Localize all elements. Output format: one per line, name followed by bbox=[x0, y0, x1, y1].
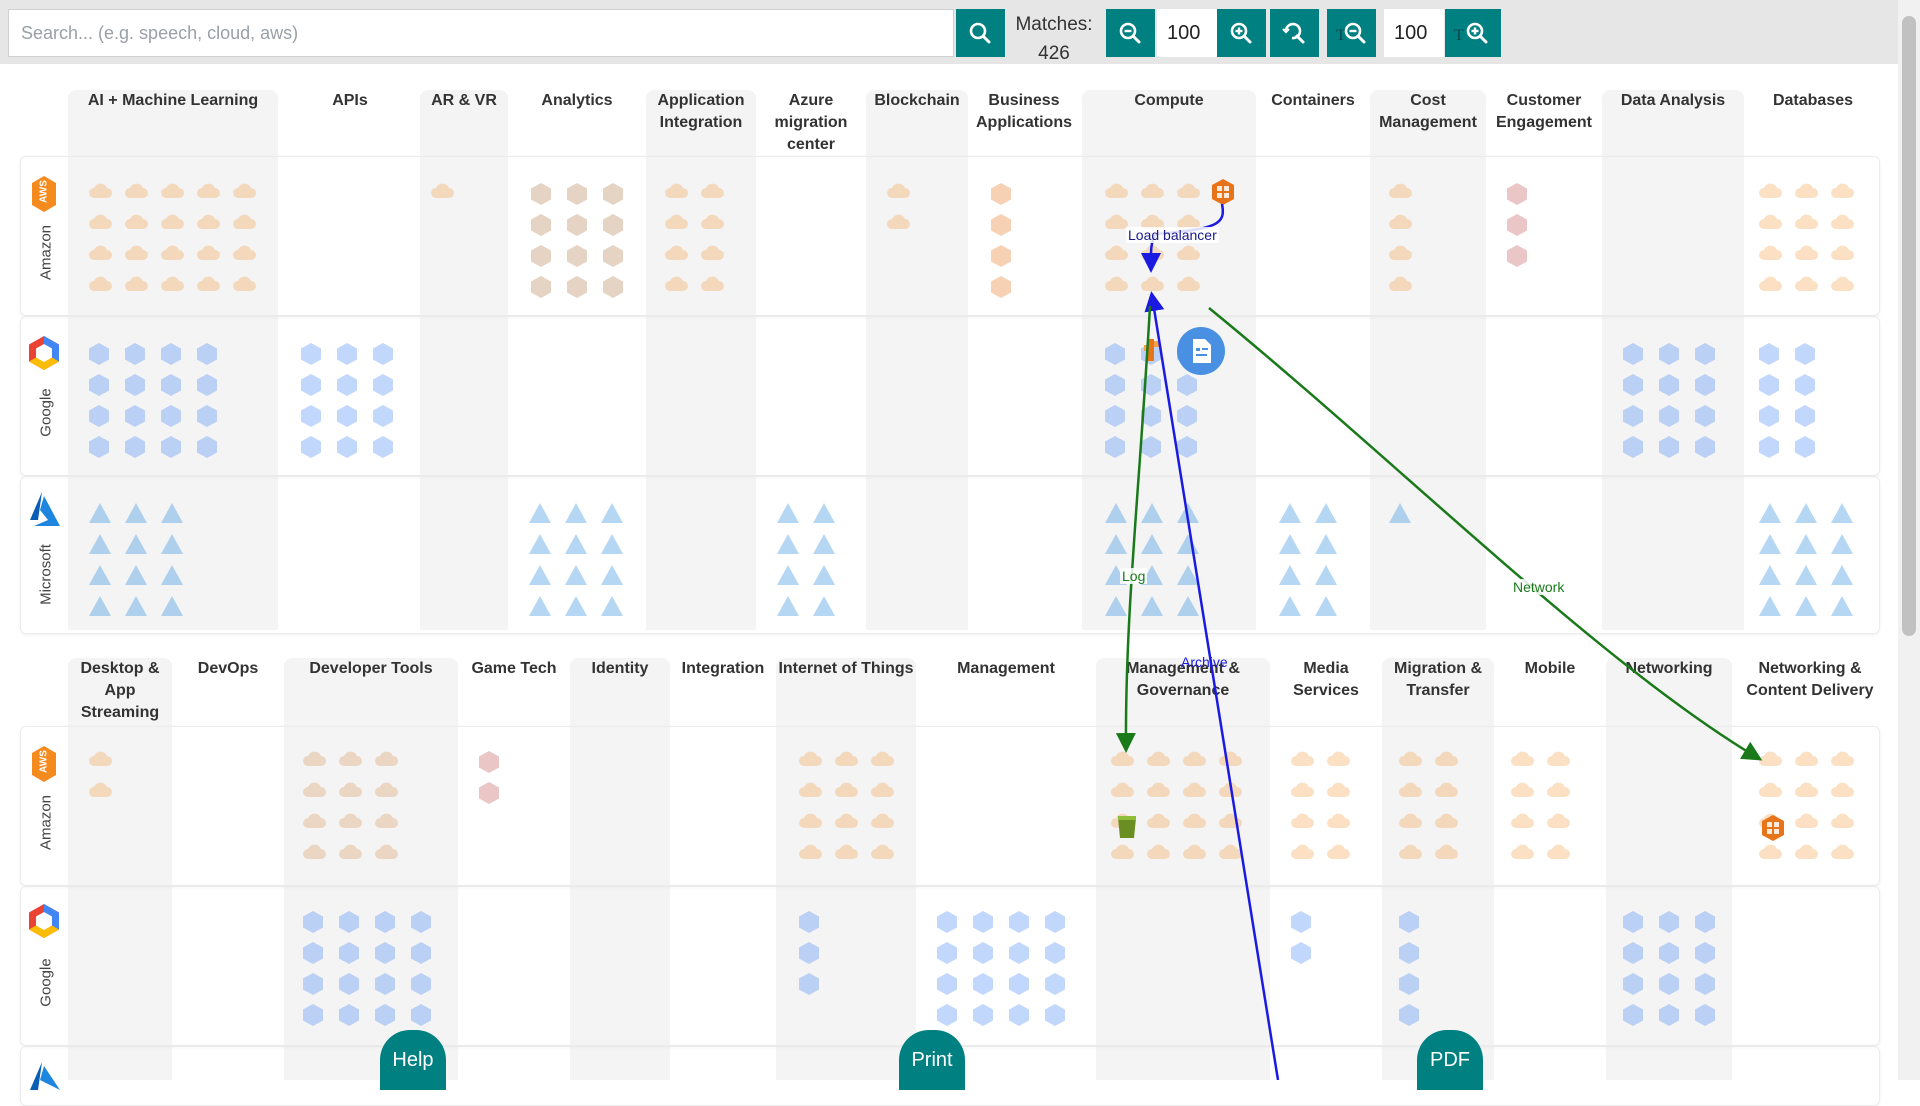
connection-network[interactable] bbox=[1208, 307, 1763, 761]
search-input[interactable] bbox=[8, 9, 954, 57]
zoom-level-input[interactable] bbox=[1157, 9, 1219, 57]
zoom-out-icon bbox=[1119, 22, 1141, 44]
connection-archive[interactable] bbox=[1144, 291, 1280, 1080]
vertical-scrollbar[interactable] bbox=[1898, 0, 1920, 1080]
connection-lines bbox=[1115, 203, 1763, 1080]
matches-label: Matches: bbox=[1015, 14, 1093, 35]
help-button[interactable]: Help bbox=[380, 1030, 446, 1090]
print-button[interactable]: Print bbox=[899, 1030, 965, 1090]
text-zoom-in-button[interactable]: T bbox=[1445, 9, 1501, 57]
zoom-in-icon bbox=[1466, 22, 1488, 44]
zoom-out-button[interactable] bbox=[1106, 9, 1155, 57]
scrollbar-thumb[interactable] bbox=[1902, 16, 1916, 636]
service-board: AI + Machine Learning APIs AR & VR Analytic… bbox=[0, 64, 1898, 1106]
text-size-input[interactable] bbox=[1384, 9, 1444, 57]
text-zoom-out-button[interactable]: T bbox=[1327, 9, 1376, 57]
zoom-in-button[interactable] bbox=[1217, 9, 1266, 57]
zoom-out-icon bbox=[1344, 22, 1366, 44]
connection-log[interactable] bbox=[1115, 305, 1152, 753]
matches-counter: Matches: 426 bbox=[1004, 10, 1104, 68]
connection-label-network: Network bbox=[1511, 579, 1567, 595]
connection-label-archive: Archive bbox=[1181, 654, 1228, 670]
pdf-button[interactable]: PDF bbox=[1417, 1030, 1483, 1090]
text-size-icon: T bbox=[1454, 27, 1464, 44]
zoom-reset-icon bbox=[1282, 22, 1305, 44]
search-icon bbox=[969, 22, 991, 44]
connection-label-log: Log bbox=[1120, 568, 1148, 584]
toolbar: Matches: 426 T T bbox=[0, 0, 1898, 64]
search-button[interactable] bbox=[956, 9, 1005, 57]
zoom-in-icon bbox=[1230, 22, 1252, 44]
zoom-reset-button[interactable] bbox=[1270, 9, 1319, 57]
connection-label-load-balancer: Load balancer bbox=[1126, 227, 1219, 243]
